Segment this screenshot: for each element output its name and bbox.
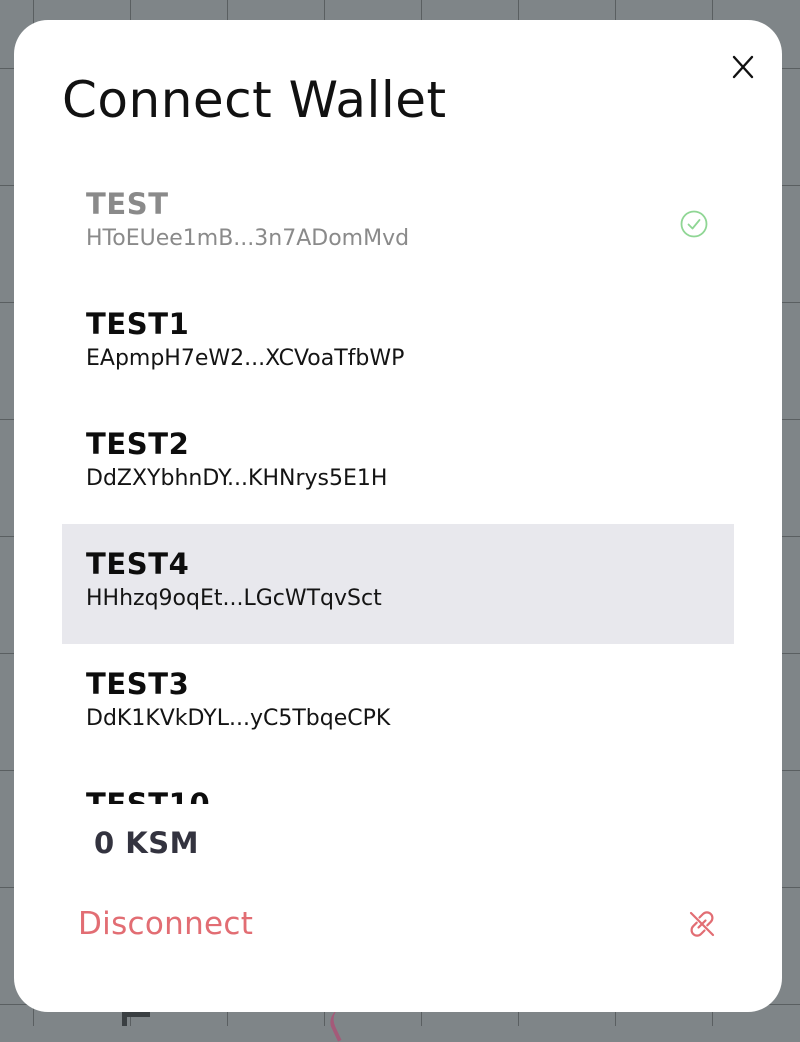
account-name: TEST <box>86 187 169 221</box>
account-address: HToEUee1mB...3n7ADomMvd <box>86 226 410 251</box>
account-name: TEST1 <box>86 307 190 341</box>
wallet-balance: 0 KSM <box>94 826 199 860</box>
account-name: TEST2 <box>86 427 190 461</box>
account-item[interactable]: TEST4 HHhzq9oqEt...LGcWTqvSct <box>62 524 734 644</box>
account-item[interactable]: TEST3 DdK1KVkDYL...yC5TbqeCPK <box>62 644 734 764</box>
close-button[interactable] <box>726 50 760 84</box>
account-address: DdZXYbhnDY...KHNrys5E1H <box>86 466 388 491</box>
modal-title: Connect Wallet <box>62 71 447 129</box>
background-page-glyph <box>122 1012 150 1026</box>
account-address: HHhzq9oqEt...LGcWTqvSct <box>86 586 382 611</box>
account-item[interactable]: TEST HToEUee1mB...3n7ADomMvd <box>62 164 734 284</box>
connect-wallet-modal: Connect Wallet TEST HToEUee1mB...3n7ADom… <box>14 20 782 1012</box>
account-name: TEST10 <box>86 787 211 804</box>
account-item[interactable]: TEST1 EApmpH7eW2...XCVoaTfbWP <box>62 284 734 404</box>
account-name: TEST3 <box>86 667 190 701</box>
account-item[interactable]: TEST2 DdZXYbhnDY...KHNrys5E1H <box>62 404 734 524</box>
disconnect-row: Disconnect <box>78 902 718 946</box>
account-address: EApmpH7eW2...XCVoaTfbWP <box>86 346 405 371</box>
account-item[interactable]: TEST10 <box>62 764 734 804</box>
unlink-icon[interactable] <box>686 908 718 940</box>
account-name: TEST4 <box>86 547 190 581</box>
account-address: DdK1KVkDYL...yC5TbqeCPK <box>86 706 391 731</box>
close-icon <box>732 55 754 79</box>
check-circle-icon <box>680 210 708 238</box>
disconnect-button[interactable]: Disconnect <box>78 906 253 942</box>
account-list[interactable]: TEST HToEUee1mB...3n7ADomMvd TEST1 EApmp… <box>62 164 734 804</box>
